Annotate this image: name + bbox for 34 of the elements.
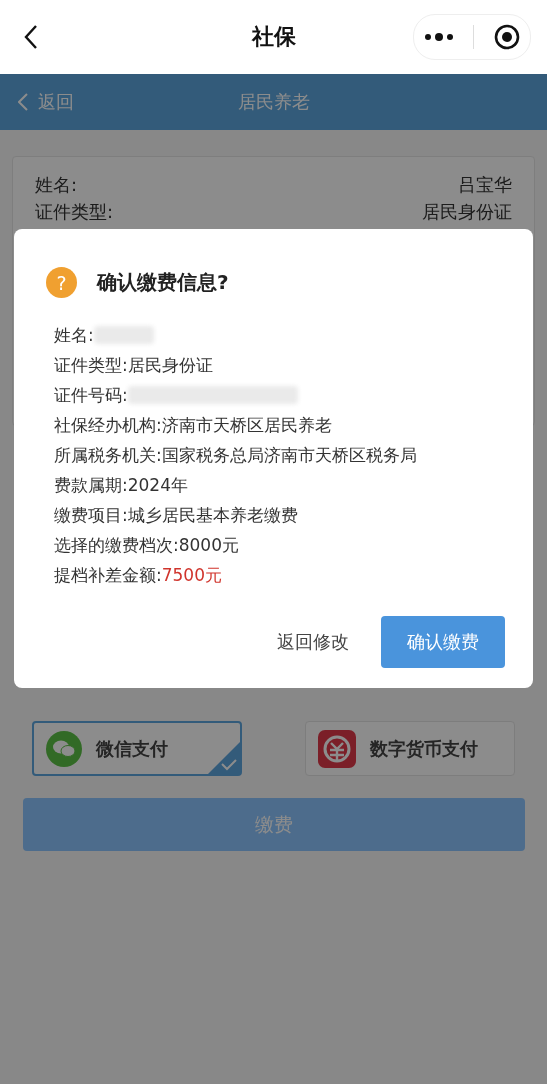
field-label: 社保经办机构: [54,414,162,437]
field-label: 选择的缴费档次: [54,534,179,557]
field-value: 2024年 [127,474,188,497]
info-label: 姓名: [35,173,78,197]
payment-option[interactable]: 数字货币支付 [305,721,515,776]
field-label: 证件号码: [54,384,128,407]
field-label: 所属税务机关: [54,444,162,467]
field-label: 证件类型: [54,354,128,377]
cancel-button[interactable]: 返回修改 [277,630,349,654]
question-icon: ? [46,267,77,298]
field-value: 济南市天桥区居民养老 [161,414,332,437]
chat-bubbles-icon [46,730,82,767]
field-value: 城乡居民基本养老缴费 [127,504,298,527]
field-label: 费款属期: [54,474,128,497]
field-value: 8000元 [178,534,239,557]
field-value: 国家税务总局济南市天桥区税务局 [161,444,417,467]
confirm-button[interactable]: 确认缴费 [381,616,505,668]
payment-option[interactable]: 微信支付 [32,721,242,776]
info-label: 证件类型: [35,200,114,224]
header-title: 居民养老 [236,90,311,114]
info-value: 居民身份证 [422,200,512,224]
dialog-title: 确认缴费信息? [97,269,229,296]
info-value: 吕宝华 [458,173,512,197]
field-label: 缴费项目: [54,504,128,527]
field-label: 姓名: [54,324,94,347]
page-title: 社保 [250,23,297,51]
close-icon[interactable] [494,24,521,50]
amount-value: 7500元 [161,564,222,587]
back-icon[interactable] [24,24,38,50]
yuan-coin-icon [318,729,356,768]
field-label: 提档补差金额: [54,564,162,587]
more-icon[interactable] [423,32,454,42]
check-corner-icon [208,742,240,774]
field-value: 居民身份证 [127,354,213,377]
